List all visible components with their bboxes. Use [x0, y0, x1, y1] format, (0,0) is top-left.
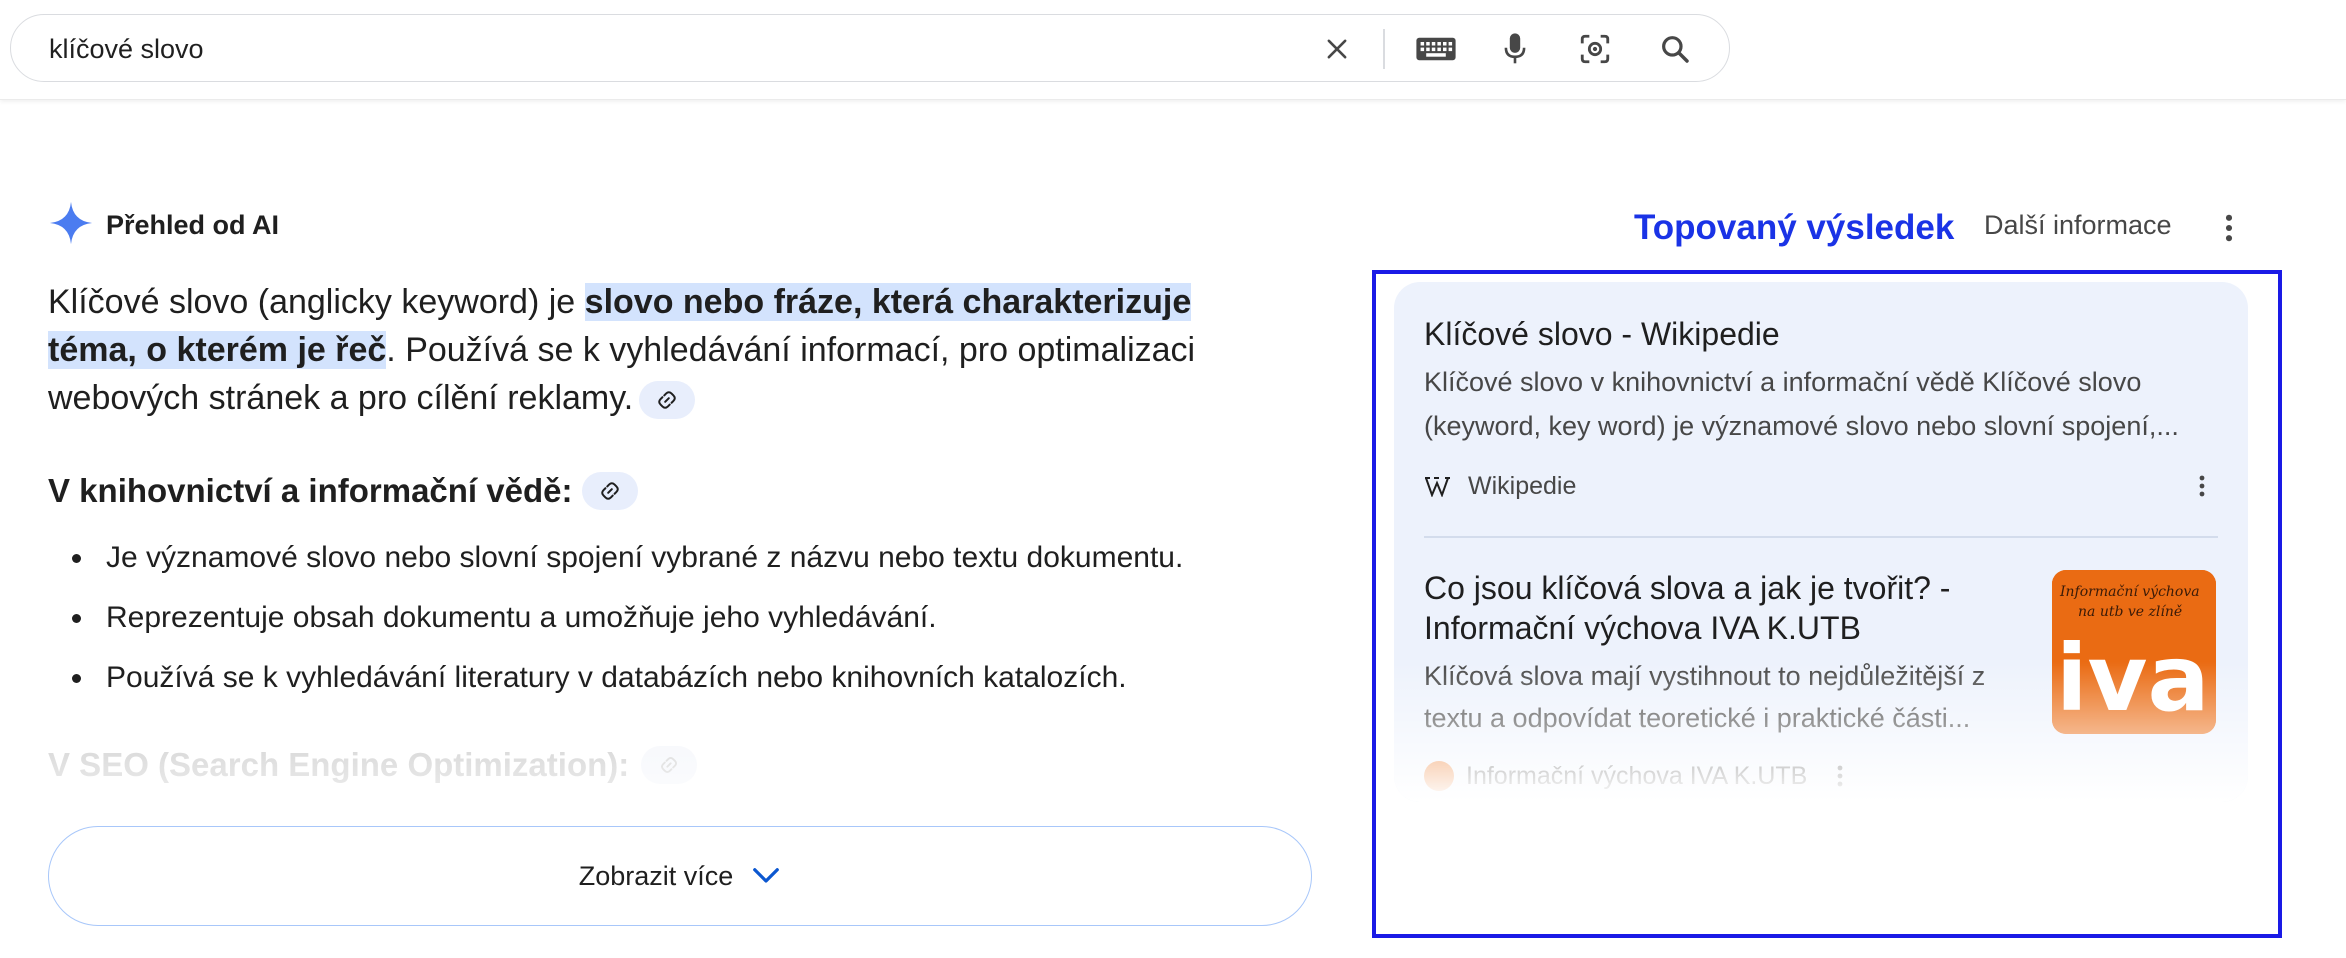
bullet-dot — [72, 553, 81, 563]
iva-logo-image: Informační výchova na utb ve zlíně iva — [2052, 570, 2216, 734]
result-source-name: Wikipedie — [1468, 471, 1577, 500]
top-results-card: Klíčové slovo - Wikipedie Klíčové slovo … — [1394, 282, 2248, 802]
list-item-text: Je významové slovo nebo slovní spojení v… — [106, 541, 1184, 574]
search-box[interactable] — [10, 14, 1730, 82]
chevron-down-icon — [753, 868, 780, 883]
result-snippet-line: textu a odpovídat teoretické i praktické… — [1424, 703, 1971, 733]
ai-overview-summary: Klíčové slovo (anglicky keyword) je slov… — [48, 278, 1288, 422]
search-icon[interactable] — [1655, 29, 1695, 69]
iva-favicon-icon — [1424, 761, 1454, 791]
summary-text-start: Klíčové slovo (anglicky keyword) je — [48, 283, 585, 321]
result-divider — [1424, 536, 2218, 538]
result-source[interactable]: Wikipedie — [1424, 466, 1576, 506]
search-input[interactable] — [49, 29, 1289, 69]
mic-icon[interactable] — [1495, 29, 1535, 69]
list-item-text: Reprezentuje obsah dokumentu a umožňuje … — [106, 601, 937, 634]
link-icon — [661, 757, 678, 773]
close-icon[interactable] — [1317, 29, 1357, 69]
section-link-chip[interactable] — [582, 472, 639, 510]
more-options-icon[interactable] — [2214, 208, 2244, 248]
result-source[interactable]: Informační výchova IVA K.UTB — [1424, 756, 1807, 796]
result-title[interactable]: Klíčové slovo - Wikipedie — [1424, 314, 1780, 354]
show-more-label: Zobrazit více — [578, 860, 734, 891]
result-thumbnail[interactable]: Informační výchova na utb ve zlíně iva — [2052, 570, 2216, 734]
section-heading-text: V SEO (Search Engine Optimization): — [48, 746, 630, 783]
keyboard-icon[interactable] — [1413, 29, 1459, 69]
search-header — [0, 0, 2346, 100]
thumbnail-subcaption: na utb ve zlíně — [2078, 604, 2182, 620]
thumbnail-caption: Informační výchova — [2059, 583, 2200, 600]
lens-icon[interactable] — [1575, 29, 1615, 69]
section-heading-seo: V SEO (Search Engine Optimization): — [48, 740, 698, 790]
result-title-line2[interactable]: Informační výchova IVA K.UTB — [1424, 608, 1861, 648]
ai-overview-header: Přehled od AI — [48, 200, 279, 250]
source-link-chip[interactable] — [639, 381, 696, 420]
section-heading-text: V knihovnictví a informační vědě: — [48, 472, 573, 509]
list-item: Je významové slovo nebo slovní spojení v… — [48, 528, 1328, 588]
list-item: Reprezentuje obsah dokumentu a umožňuje … — [48, 588, 1328, 648]
ai-overview-title: Přehled od AI — [106, 209, 280, 240]
section-heading-library: V knihovnictví a informační vědě: — [48, 466, 639, 516]
result-options-icon[interactable] — [2190, 466, 2214, 506]
bullet-list: Je významové slovo nebo slovní spojení v… — [48, 528, 1328, 708]
thumbnail-logo-text: iva — [2056, 625, 2210, 732]
link-icon — [601, 482, 620, 500]
sparkle-icon — [48, 200, 94, 251]
bullet-dot — [72, 613, 81, 623]
search-divider — [1383, 29, 1385, 69]
result-snippet-line: Klíčová slova mají vystihnout to nejdůle… — [1424, 661, 1986, 691]
list-item: Používá se k vyhledávání literatury v da… — [48, 648, 1328, 708]
section-link-chip[interactable] — [641, 746, 698, 784]
result-title[interactable]: Co jsou klíčová slova a jak je tvořit? - — [1424, 568, 1950, 608]
link-icon — [658, 391, 676, 409]
result-source-name: Informační výchova IVA K.UTB — [1466, 761, 1808, 790]
result-snippet-line: (keyword, key word) je významové slovo n… — [1424, 411, 2179, 441]
result-snippet-line: Klíčové slovo v knihovnictví a informačn… — [1424, 367, 2142, 397]
show-more-button[interactable]: Zobrazit více — [48, 826, 1312, 926]
wikipedia-logo-icon — [1424, 470, 1456, 502]
list-item-text: Používá se k vyhledávání literatury v da… — [106, 661, 1127, 694]
top-result-label: Topovaný výsledek — [1634, 208, 1955, 247]
result-options-icon[interactable] — [1828, 756, 1852, 796]
more-info-link[interactable]: Další informace — [1984, 210, 2172, 241]
bullet-dot — [72, 673, 81, 683]
